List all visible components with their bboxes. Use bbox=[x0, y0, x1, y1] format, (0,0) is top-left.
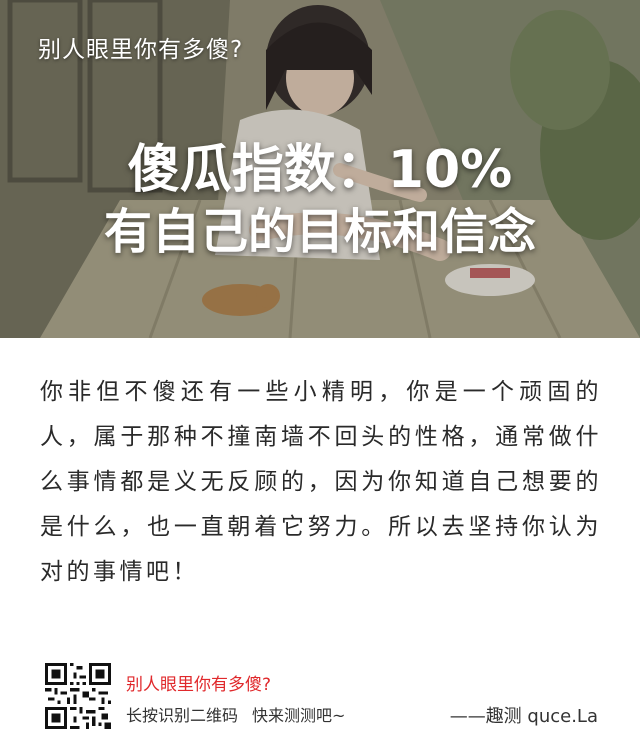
result-description: 你非但不傻还有一些小精明，你是一个顽固的人，属于那种不撞南墙不回头的性格，通常做… bbox=[40, 379, 602, 585]
hero-caption: 别人眼里你有多傻? bbox=[38, 37, 244, 63]
result-title: 有自己的目标和信念 bbox=[103, 204, 536, 260]
hero-headline: 傻瓜指数：10% 有自己的目标和信念 bbox=[0, 138, 640, 262]
try-it-hint: 快来测测吧~ bbox=[252, 706, 346, 725]
footer-instruction: 长按识别二维码 快来测测吧~ bbox=[126, 702, 345, 726]
qr-code[interactable] bbox=[45, 663, 111, 729]
scan-qr-hint: 长按识别二维码 bbox=[126, 706, 239, 725]
score-headline: 傻瓜指数：10% bbox=[127, 140, 513, 200]
brand-signature: ——趣测 quce.La bbox=[449, 706, 598, 727]
footer: 别人眼里你有多傻? 长按识别二维码 快来测测吧~ ——趣测 quce.La bbox=[0, 660, 640, 740]
hero-banner: 别人眼里你有多傻? 傻瓜指数：10% 有自己的目标和信念 bbox=[0, 0, 640, 338]
footer-quiz-title: 别人眼里你有多傻? bbox=[126, 675, 272, 695]
